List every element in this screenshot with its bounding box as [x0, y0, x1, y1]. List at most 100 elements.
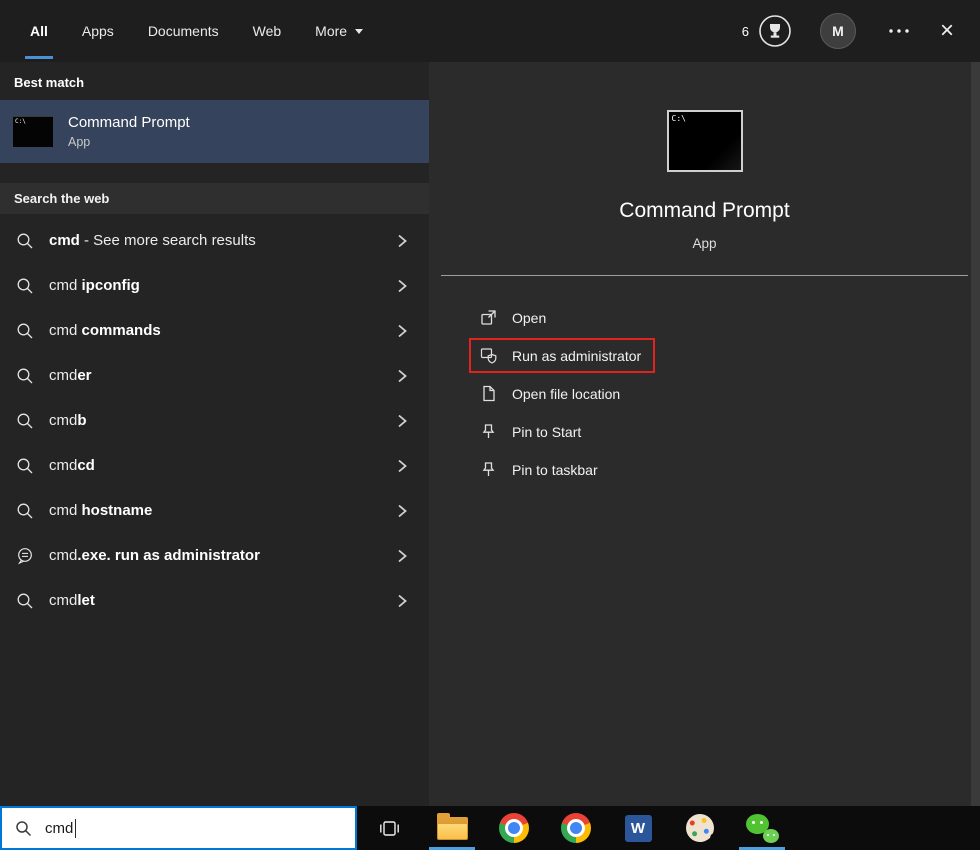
- suggestion-completion: let: [77, 592, 95, 609]
- suggestion-expand-chevron[interactable]: [391, 544, 413, 568]
- action-pin-to-start[interactable]: Pin to Start: [469, 414, 595, 449]
- suggestion-expand-chevron[interactable]: [391, 499, 413, 523]
- paint-button[interactable]: [669, 806, 731, 850]
- search-suggestion-row[interactable]: cmd - See more search results: [0, 218, 429, 263]
- action-label: Pin to Start: [512, 424, 581, 440]
- suggestion-text: cmder: [49, 367, 92, 384]
- tab-apps[interactable]: Apps: [82, 0, 114, 62]
- avatar[interactable]: M: [820, 13, 856, 49]
- search-suggestion-row[interactable]: cmdlet: [0, 578, 429, 623]
- suggestion-completion: ipconfig: [82, 277, 140, 294]
- pin-icon: [479, 422, 498, 441]
- search-suggestion-row[interactable]: cmd ipconfig: [0, 263, 429, 308]
- chevron-right-icon: [395, 593, 409, 609]
- action-pin-to-taskbar[interactable]: Pin to taskbar: [469, 452, 612, 487]
- preview-panel: C:\ Command Prompt App Open Run as admin…: [429, 62, 980, 806]
- suggestion-text: cmdb: [49, 412, 87, 429]
- command-prompt-icon-large: C:\: [667, 110, 743, 172]
- scrollbar[interactable]: [971, 62, 980, 806]
- suggestion-expand-chevron[interactable]: [391, 364, 413, 388]
- action-open[interactable]: Open: [469, 300, 560, 335]
- search-input-value: cmd: [45, 820, 73, 837]
- suggestion-expand-chevron[interactable]: [391, 589, 413, 613]
- action-open-file-location[interactable]: Open file location: [469, 376, 634, 411]
- best-match-item[interactable]: C:\ Command Prompt App: [0, 100, 429, 163]
- suggestion-query: cmd: [49, 367, 77, 384]
- avatar-letter: M: [832, 23, 844, 39]
- task-view-button[interactable]: [357, 806, 421, 850]
- action-run-as-administrator[interactable]: Run as administrator: [469, 338, 655, 373]
- search-suggestion-row[interactable]: cmd hostname: [0, 488, 429, 533]
- word-icon-letter: W: [631, 820, 645, 837]
- taskbar-search-input[interactable]: cmd: [0, 806, 357, 850]
- suggestion-expand-chevron[interactable]: [391, 319, 413, 343]
- search-icon: [16, 367, 34, 385]
- open-launch-icon: [479, 308, 498, 327]
- shield-icon: [479, 346, 498, 365]
- suggestion-completion: b: [77, 412, 86, 429]
- tab-web[interactable]: Web: [253, 0, 282, 62]
- chevron-right-icon: [395, 548, 409, 564]
- suggestion-expand-chevron[interactable]: [391, 229, 413, 253]
- speech-bubble-icon: [16, 547, 34, 565]
- rewards-count: 6: [742, 24, 749, 39]
- filter-tabs: All Apps Documents Web More: [0, 0, 363, 62]
- chevron-right-icon: [395, 278, 409, 294]
- search-icon: [15, 820, 32, 837]
- suggestion-text: cmd hostname: [49, 502, 152, 519]
- search-suggestion-row[interactable]: cmdcd: [0, 443, 429, 488]
- tab-documents[interactable]: Documents: [148, 0, 219, 62]
- suggestion-text: cmdlet: [49, 592, 95, 609]
- search-icon: [16, 232, 34, 250]
- search-suggestion-row[interactable]: cmder: [0, 353, 429, 398]
- search-suggestion-row[interactable]: cmdb: [0, 398, 429, 443]
- more-options-button[interactable]: [888, 28, 910, 34]
- close-icon: ×: [940, 17, 954, 44]
- action-list: Open Run as administrator Open file loca…: [429, 276, 980, 487]
- folder-icon: [437, 817, 468, 840]
- action-label: Open file location: [512, 386, 620, 402]
- preview-app-subtitle: App: [429, 236, 980, 251]
- tab-all-label: All: [30, 23, 48, 39]
- suggestion-completion: .exe. run as administrator: [77, 547, 260, 564]
- wechat-button[interactable]: [731, 806, 793, 850]
- chevron-right-icon: [395, 503, 409, 519]
- tab-more-label: More: [315, 23, 347, 39]
- ellipsis-icon: [888, 28, 910, 34]
- close-button[interactable]: ×: [940, 19, 954, 43]
- suggestion-text: cmd - See more search results: [49, 232, 256, 249]
- suggestion-expand-chevron[interactable]: [391, 409, 413, 433]
- chrome-icon: [499, 813, 529, 843]
- trophy-icon: [758, 14, 792, 48]
- chevron-right-icon: [395, 458, 409, 474]
- best-match-subtitle: App: [68, 135, 190, 149]
- tab-documents-label: Documents: [148, 23, 219, 39]
- suggestion-query: cmd: [49, 457, 77, 474]
- search-suggestion-row[interactable]: cmd.exe. run as administrator: [0, 533, 429, 578]
- chrome-button-2[interactable]: [545, 806, 607, 850]
- action-label: Pin to taskbar: [512, 462, 598, 478]
- rewards-button[interactable]: 6: [742, 14, 792, 48]
- file-explorer-button[interactable]: [421, 806, 483, 850]
- pin-icon: [479, 460, 498, 479]
- suggestion-query: cmd: [49, 547, 77, 564]
- chrome-button[interactable]: [483, 806, 545, 850]
- suggestion-text: cmd commands: [49, 322, 161, 339]
- best-match-header: Best match: [0, 62, 429, 100]
- suggestion-query: cmd: [49, 592, 77, 609]
- search-icon: [16, 322, 34, 340]
- suggestion-expand-chevron[interactable]: [391, 274, 413, 298]
- tab-all[interactable]: All: [30, 0, 48, 62]
- chevron-right-icon: [395, 233, 409, 249]
- chevron-right-icon: [395, 323, 409, 339]
- text-caret: [75, 819, 76, 838]
- search-suggestion-row[interactable]: cmd commands: [0, 308, 429, 353]
- tab-more[interactable]: More: [315, 0, 363, 62]
- suggestion-completion: cd: [77, 457, 95, 474]
- suggestion-expand-chevron[interactable]: [391, 454, 413, 478]
- word-button[interactable]: W: [607, 806, 669, 850]
- suggestion-query: cmd: [49, 502, 82, 519]
- wechat-icon: [746, 814, 779, 843]
- chevron-right-icon: [395, 413, 409, 429]
- suggestion-query: cmd: [49, 277, 82, 294]
